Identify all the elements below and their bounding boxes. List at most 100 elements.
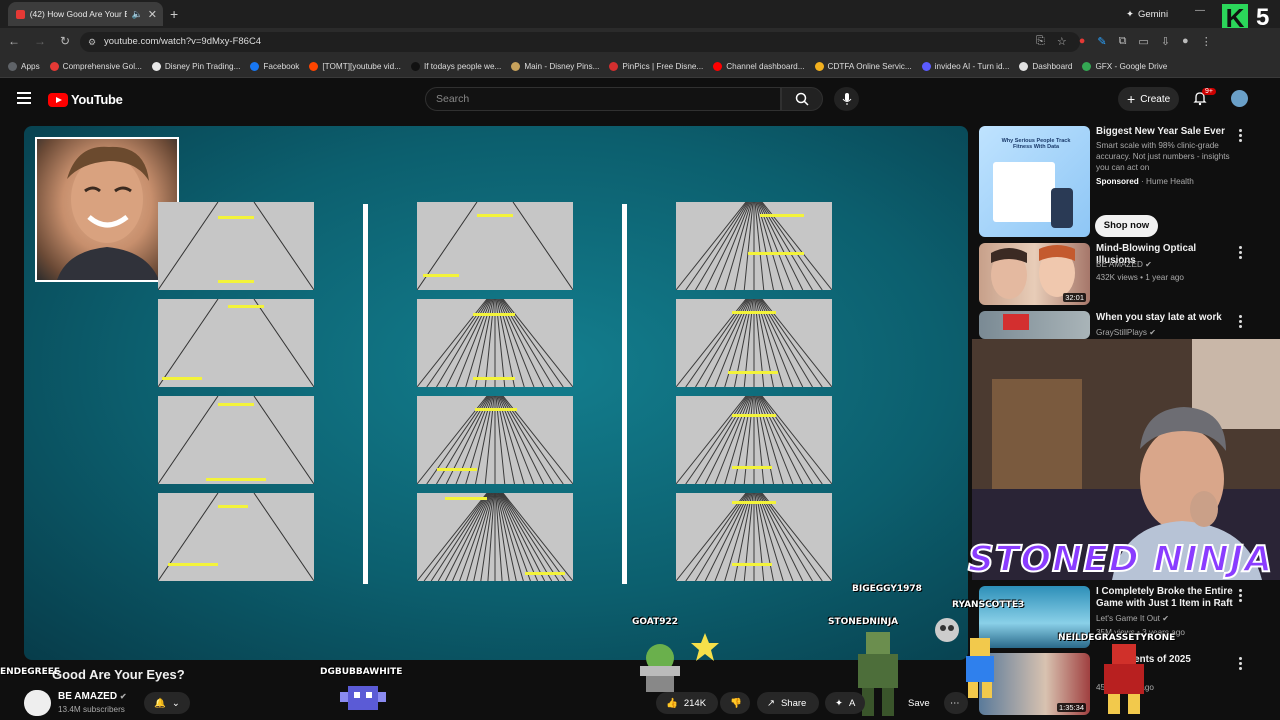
save-label: Save [908,697,930,709]
bookmark-item[interactable]: Channel dashboard... [713,62,805,71]
bookmark-item[interactable]: [TOMT][youtube vid... [309,62,401,71]
divider-line-left [363,204,368,584]
channel-name[interactable]: BE AMAZED ✔ [58,691,127,702]
bookmark-item[interactable]: Facebook [250,62,299,71]
do-not-enter-sign [1003,314,1029,330]
video-player[interactable] [24,126,968,660]
url-field[interactable]: ⚙ youtube.com/watch?v=9dMxy-F86C4 [80,32,1080,52]
divider-line-right [622,204,627,584]
thumbs-up-icon: 👍 [666,697,678,709]
crab-sprite [340,686,386,710]
bookmark-item[interactable]: PinPics | Free Disne... [609,62,703,71]
search-button[interactable] [781,87,823,111]
illusion-panel [417,202,573,290]
rec-thumbnail-1[interactable]: 32:01 [979,243,1090,305]
rec-menu-icon[interactable] [1239,129,1242,144]
bookmark-label: invideo AI - Turn id... [934,62,1010,71]
bookmark-favicon-icon [511,62,521,71]
bookmark-label: Dashboard [1032,62,1073,71]
rec-thumbnail-2[interactable] [979,311,1090,339]
bookmark-item[interactable]: Apps [8,62,40,71]
minimize-icon[interactable]: — [1195,5,1205,16]
profile-icon[interactable]: ● [1182,35,1189,48]
rec-title-3[interactable]: I Completely Broke the Entire Game with … [1096,586,1236,610]
channel-avatar[interactable] [25,690,51,716]
ask-label: A [848,697,856,709]
site-info-icon[interactable]: ⚙ [88,32,96,52]
rec-menu-icon[interactable] [1239,246,1242,261]
youtube-logo[interactable]: YouTube [48,92,123,107]
rec-menu-icon[interactable] [1239,589,1242,604]
rec-title-0[interactable]: Biggest New Year Sale Ever [1096,126,1236,138]
sparkle-icon: ✦ [835,697,843,709]
notifications-badge: 9+ [1202,88,1216,95]
armor-sprite [1104,644,1144,714]
illusion-panel [158,299,314,387]
rec-channel-name: BE AMAZED [1096,260,1143,269]
chevron-down-icon: ⌄ [171,697,180,709]
like-button[interactable]: 👍 214K [656,692,718,714]
save-button[interactable]: Save [898,692,938,714]
illusion-panel [417,299,573,387]
new-tab-button[interactable]: + [170,6,178,22]
menu-icon[interactable]: ⋮ [1201,35,1212,48]
bookmark-item[interactable]: If todays people we... [410,62,501,71]
bookmark-item[interactable]: Disney Pin Trading... [151,62,240,71]
create-button[interactable]: + Create [1118,87,1179,111]
bookmark-item[interactable]: Main - Disney Pins... [511,62,599,71]
search-input[interactable]: Search [425,87,781,111]
like-count: 214K [683,697,707,709]
back-icon[interactable]: ← [8,34,20,48]
bookmark-item[interactable]: Dashboard [1019,62,1072,71]
video-title: Good Are Your Eyes? [52,667,185,682]
bookmark-favicon-icon [1019,62,1029,71]
install-icon[interactable]: ⎘ [1036,35,1045,48]
share-button[interactable]: ↗ Share [757,692,819,714]
channel-name-text: BE AMAZED [58,691,118,702]
ad-thumbnail[interactable]: Why Serious People Track Fitness With Da… [979,126,1090,237]
forward-icon[interactable]: → [34,34,46,48]
ad-thumb-text: Why Serious People Track Fitness With Da… [1001,138,1071,150]
hamburger-menu-icon[interactable] [17,92,31,104]
verified-icon: ✔ [1149,328,1157,337]
bookmark-favicon-icon [814,62,824,71]
reload-icon[interactable]: ↻ [60,34,70,48]
extensions-icon[interactable]: ⧉ [1119,35,1127,48]
chat-username: GOAT922 [632,617,678,627]
subscribe-bell-button[interactable]: 🔔 ⌄ [144,692,190,714]
speaker-icon[interactable]: 🔈 [132,9,143,20]
rec-menu-icon[interactable] [1239,315,1242,330]
gemini-button[interactable]: ✦ Gemini [1120,6,1180,22]
plus-icon: + [1127,91,1136,107]
voice-search-button[interactable] [834,87,859,111]
illusion-panel [676,202,832,290]
bookmark-item[interactable]: CDTFA Online Servic... [814,62,912,71]
share-label: Share [780,697,807,709]
bookmark-item[interactable]: GFX - Google Drive [1082,62,1167,71]
shop-now-button[interactable]: Shop now [1095,215,1158,237]
ask-button[interactable]: ✦ A [825,692,865,714]
user-avatar[interactable] [1231,90,1248,107]
tab-close-icon[interactable]: ✕ [148,8,157,21]
browser-tab[interactable]: (42) How Good Are Your Ey 🔈 ✕ [8,2,163,26]
duration-badge: 32:01 [1063,293,1086,302]
rec-title-2[interactable]: When you stay late at work [1096,312,1236,324]
bookmark-favicon-icon [609,62,619,71]
extension-red-icon[interactable]: ● [1079,35,1086,48]
bookmark-star-icon[interactable]: ☆ [1057,35,1067,48]
extension-blue-icon[interactable]: ✎ [1097,35,1106,48]
bookmark-item[interactable]: Comprehensive Gol... [49,62,142,71]
stoned-ninja-banner: STONED NINJA [967,538,1274,581]
sidepanel-icon[interactable]: ▭ [1138,35,1148,48]
rec-menu-icon[interactable] [1239,657,1242,672]
dislike-button[interactable]: 👎 [720,692,750,714]
chat-username: DGBUBBAWHITE [320,667,403,677]
more-actions-button[interactable]: ⋯ [944,692,968,714]
illusion-panel [158,493,314,581]
downloads-icon[interactable]: ⇩ [1161,35,1170,48]
ufo-sprite [640,644,680,692]
bookmark-item[interactable]: invideo AI - Turn id... [921,62,1010,71]
bookmark-favicon-icon [410,62,420,71]
illusion-panel [158,396,314,484]
bookmarks-bar: Apps Comprehensive Gol... Disney Pin Tradi… [0,56,1280,78]
